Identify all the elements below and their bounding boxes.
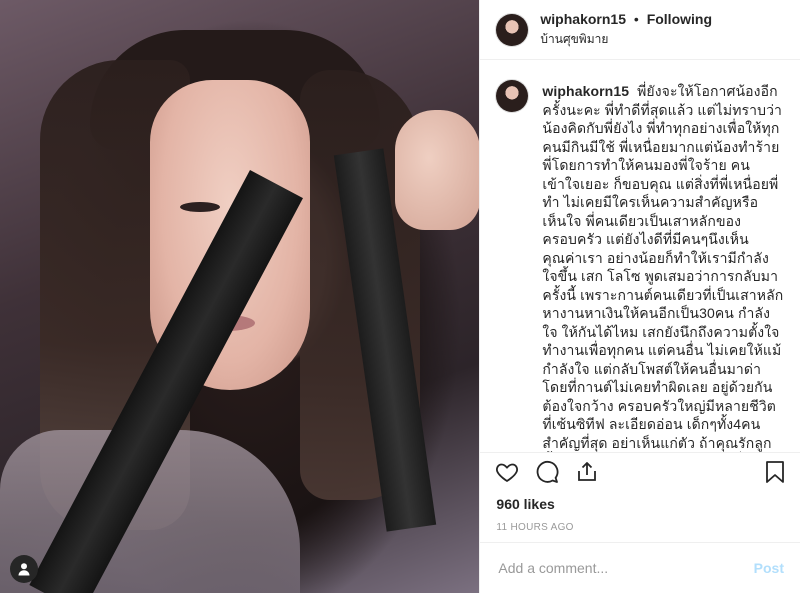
post-location[interactable]: บ้านศุขพิมาย [540,30,712,49]
post-sidebar: wiphakorn15 • Following บ้านศุขพิมาย wip… [479,0,800,593]
post-header: wiphakorn15 • Following บ้านศุขพิมาย [480,0,800,61]
post-photo[interactable] [0,0,480,593]
post-comment-button[interactable]: Post [754,560,784,576]
following-button[interactable]: Following [647,11,712,27]
author-avatar[interactable] [496,13,529,46]
author-info: wiphakorn15 • Following บ้านศุขพิมาย [540,11,712,49]
heart-icon [496,463,519,483]
action-bar [480,451,800,492]
user-icon [18,563,30,576]
like-button[interactable] [494,459,520,485]
comments-area[interactable]: wiphakorn15 พี่ยังจะให้โอกาศน้องอีกครั้ง… [480,60,800,452]
photo-hand [395,110,480,230]
comment-input[interactable] [496,559,754,578]
user-tag-button[interactable] [10,555,38,583]
post-timestamp[interactable]: 11 HOURS AGO [480,514,800,542]
share-icon [578,462,597,482]
caption-username[interactable]: wiphakorn15 [542,83,629,99]
comment-button[interactable] [534,459,560,485]
bookmark-icon [766,461,784,484]
author-username[interactable]: wiphakorn15 [540,11,626,27]
caption-text: พี่ยังจะให้โอกาศน้องอีกครั้งนะคะ พี่ทำดี… [542,83,784,451]
separator-dot: • [633,10,639,27]
caption-body: wiphakorn15 พี่ยังจะให้โอกาศน้องอีกครั้ง… [542,82,784,452]
add-comment-bar: Post [480,542,800,593]
caption-avatar[interactable] [496,80,529,113]
save-button[interactable] [762,459,788,485]
caption: wiphakorn15 พี่ยังจะให้โอกาศน้องอีกครั้ง… [496,80,784,452]
likes-count[interactable]: 960 likes [480,492,800,514]
comment-icon [537,461,559,484]
post-modal: wiphakorn15 • Following บ้านศุขพิมาย wip… [0,0,800,593]
photo-eye-left [180,202,220,212]
share-button[interactable] [574,459,600,485]
